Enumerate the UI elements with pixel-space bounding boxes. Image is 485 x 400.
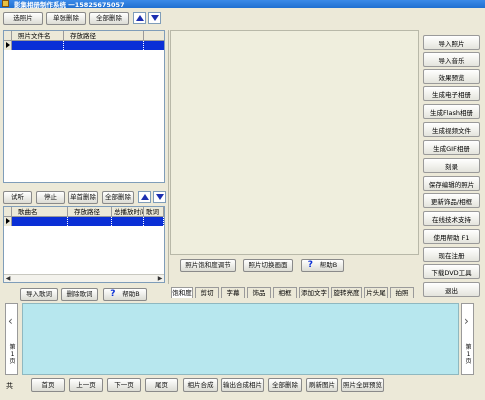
delete-single-photo-button[interactable]: 单张删除: [46, 12, 86, 25]
filmstrip-prev-page[interactable]: ‹ 第1页: [5, 303, 18, 375]
total-label: 共: [6, 382, 13, 390]
song-grid-selected-row[interactable]: [4, 217, 164, 226]
delete-all-songs-button[interactable]: 全部删除: [102, 191, 134, 204]
scroll-left-icon[interactable]: ◀: [4, 275, 12, 282]
delete-all-thumbs-button[interactable]: 全部删除: [268, 378, 302, 392]
tab-intro-outro[interactable]: 片头尾: [364, 287, 388, 298]
delete-all-photos-button[interactable]: 全部删除: [89, 12, 129, 25]
title-bar: 影集相册制作系统 一15825675057: [0, 0, 485, 9]
up-arrow-icon: [140, 194, 149, 200]
update-frames-button[interactable]: 更新饰品/相框: [423, 193, 480, 208]
generate-gif-button[interactable]: 生成GIF相册: [423, 140, 480, 155]
tab-saturation[interactable]: 饱和度: [171, 287, 193, 298]
song-grid-header: 歌曲名 存放路径 总播放时间 歌词: [4, 207, 164, 217]
combine-photos-button[interactable]: 相片合成: [183, 378, 218, 392]
import-music-button[interactable]: 导入音乐: [423, 52, 480, 67]
download-dvd-tool-button[interactable]: 下载DVD工具: [423, 264, 480, 279]
help-label: 帮助B: [319, 261, 338, 270]
burn-disc-button[interactable]: 刻录: [423, 158, 480, 173]
tab-add-text[interactable]: 添加文字: [299, 287, 329, 298]
chevron-right-icon: ›: [464, 314, 469, 328]
save-edited-photos-button[interactable]: 保存编辑的照片: [423, 176, 480, 191]
song-grid-hscrollbar[interactable]: ◀ ▶: [4, 274, 164, 282]
photo-col-filename[interactable]: 照片文件名: [12, 31, 64, 40]
tab-photograph[interactable]: 拍照: [390, 287, 414, 298]
move-down-song-button[interactable]: [153, 191, 166, 203]
tab-subtitle[interactable]: 字幕: [221, 287, 245, 298]
down-arrow-icon: [155, 194, 164, 200]
saturation-adjust-button[interactable]: 照片饱和度调节: [180, 259, 236, 272]
help-preview-button[interactable]: ? 帮助B: [301, 259, 344, 272]
import-photos-button[interactable]: 导入照片: [423, 35, 480, 50]
photo-grid[interactable]: 照片文件名 存放路径: [3, 30, 165, 183]
preview-divider: [168, 30, 169, 284]
generate-ealbum-button[interactable]: 生成电子相册: [423, 86, 480, 101]
song-col-duration[interactable]: 总播放时间: [112, 207, 144, 216]
register-button[interactable]: 现在注册: [423, 247, 480, 262]
filmstrip-next-page[interactable]: › 第1页: [461, 303, 474, 375]
listen-button[interactable]: 试听: [3, 191, 32, 204]
online-support-button[interactable]: 在线技术支持: [423, 211, 480, 226]
tab-crop[interactable]: 剪切: [195, 287, 219, 298]
filmstrip-area[interactable]: [22, 303, 459, 375]
photo-col-path[interactable]: 存放路径: [64, 31, 144, 40]
chevron-left-icon: ‹: [8, 314, 13, 328]
help-lyrics-button[interactable]: ? 帮助B: [103, 288, 147, 301]
export-combined-button[interactable]: 输出合成相片: [221, 378, 264, 392]
song-col-name[interactable]: 歌曲名: [12, 207, 68, 216]
exit-button[interactable]: 退出: [423, 282, 480, 297]
app-icon: [2, 0, 9, 7]
up-arrow-icon: [135, 15, 144, 21]
fullscreen-preview-button[interactable]: 照片全屏预览: [341, 378, 384, 392]
photo-grid-header: 照片文件名 存放路径: [4, 31, 164, 41]
scroll-right-icon[interactable]: ▶: [156, 275, 164, 282]
window-title: 影集相册制作系统 一15825675057: [14, 1, 125, 9]
move-up-photo-button[interactable]: [133, 12, 146, 24]
song-col-path[interactable]: 存放路径: [68, 207, 112, 216]
filmstrip-left-label: 第1页: [9, 344, 16, 365]
preview-effects-button[interactable]: 效果预览: [423, 69, 480, 84]
prev-page-button[interactable]: 上一页: [69, 378, 103, 392]
filmstrip-right-label: 第1页: [465, 344, 472, 365]
initial-screen-button[interactable]: 照片切换画面: [243, 259, 293, 272]
select-photos-button[interactable]: 选照片: [3, 12, 43, 25]
generate-flash-button[interactable]: 生成Flash相册: [423, 104, 480, 119]
delete-single-song-button[interactable]: 单首删除: [68, 191, 98, 204]
import-lyrics-button[interactable]: 导入歌词: [20, 288, 58, 301]
delete-lyrics-button[interactable]: 删除歌词: [61, 288, 98, 301]
generate-video-button[interactable]: 生成视频文件: [423, 122, 480, 137]
move-up-song-button[interactable]: [138, 191, 151, 203]
help-question-icon: ?: [110, 289, 116, 299]
tab-rotate-brightness[interactable]: 旋转亮度: [331, 287, 362, 298]
tab-frame[interactable]: 相框: [273, 287, 297, 298]
photo-grid-selected-row[interactable]: [4, 41, 164, 50]
move-down-photo-button[interactable]: [148, 12, 161, 24]
first-page-button[interactable]: 首页: [31, 378, 65, 392]
last-page-button[interactable]: 尾页: [145, 378, 178, 392]
photo-preview-area[interactable]: [170, 30, 419, 255]
song-col-lyrics[interactable]: 歌词: [144, 207, 164, 216]
next-page-button[interactable]: 下一页: [107, 378, 141, 392]
tab-ornament[interactable]: 饰品: [247, 287, 271, 298]
help-question-icon: ?: [307, 260, 313, 270]
stop-button[interactable]: 停止: [36, 191, 65, 204]
help-f1-button[interactable]: 使用帮助 F1: [423, 229, 480, 244]
help-label: 帮助B: [122, 290, 140, 299]
song-grid[interactable]: 歌曲名 存放路径 总播放时间 歌词 ◀ ▶: [3, 206, 165, 283]
refresh-images-button[interactable]: 刷新图片: [306, 378, 338, 392]
down-arrow-icon: [150, 15, 159, 21]
